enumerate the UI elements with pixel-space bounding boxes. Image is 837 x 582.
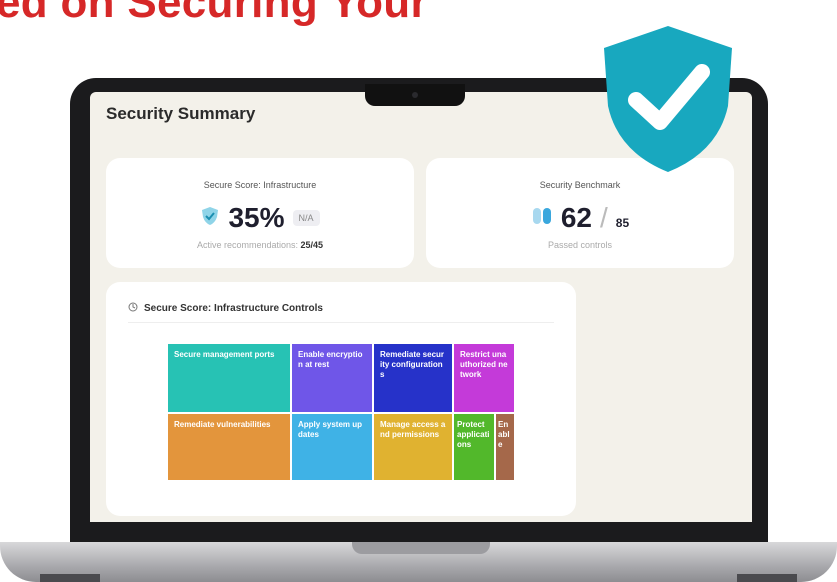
info-icon — [128, 302, 138, 315]
laptop-foot-left — [40, 574, 100, 582]
secure-score-card[interactable]: Secure Score: Infrastructure 35% N/A Act… — [106, 158, 414, 268]
passed-controls-label: Passed controls — [547, 240, 613, 250]
laptop-foot-right — [737, 574, 797, 582]
shield-check-icon — [200, 206, 220, 231]
benchmark-total: 85 — [615, 216, 630, 230]
camera-icon — [412, 92, 418, 98]
benchmark-icon — [531, 205, 553, 232]
controls-card: Secure Score: Infrastructure Controls Se… — [106, 282, 576, 516]
shield-check-icon — [598, 22, 738, 174]
controls-title: Secure Score: Infrastructure Controls — [144, 303, 323, 314]
benchmark-value: 62 — [560, 202, 592, 233]
tile-enable-encryption[interactable]: Enable encryption at rest — [292, 344, 372, 412]
active-recommendations-label: Active recommendations: — [196, 240, 298, 250]
tile-manage-access[interactable]: Manage access and permissions — [374, 414, 452, 480]
security-benchmark-card[interactable]: Security Benchmark 62 / 85 Passed contro… — [426, 158, 734, 268]
headline-text: ed on Securing Your — [0, 0, 428, 27]
na-badge: N/A — [292, 210, 320, 226]
tile-secure-management-ports[interactable]: Secure management ports — [168, 344, 290, 412]
tile-apply-system-updates[interactable]: Apply system updates — [292, 414, 372, 480]
tile-protect-applications[interactable]: Protect applications — [454, 414, 494, 480]
secure-score-label: Secure Score: Infrastructure — [203, 180, 317, 190]
controls-header: Secure Score: Infrastructure Controls — [128, 302, 323, 315]
slash-divider: / — [600, 202, 608, 233]
secure-score-value: 35% — [228, 202, 285, 233]
tile-remediate-vulnerabilities[interactable]: Remediate vulnerabilities — [168, 414, 290, 480]
page-title: Security Summary — [106, 104, 256, 123]
tile-enable-extra[interactable]: Enable — [496, 414, 514, 480]
tile-restrict-unauthorized-network[interactable]: Restrict unauthorized network — [454, 344, 514, 412]
active-recommendations-value: 25/45 — [300, 240, 324, 250]
tile-remediate-security-configurations[interactable]: Remediate security configurations — [374, 344, 452, 412]
benchmark-label: Security Benchmark — [539, 180, 621, 190]
laptop-base-lip — [352, 542, 490, 554]
controls-divider — [128, 322, 554, 323]
active-recommendations: Active recommendations: 25/45 — [106, 240, 414, 250]
